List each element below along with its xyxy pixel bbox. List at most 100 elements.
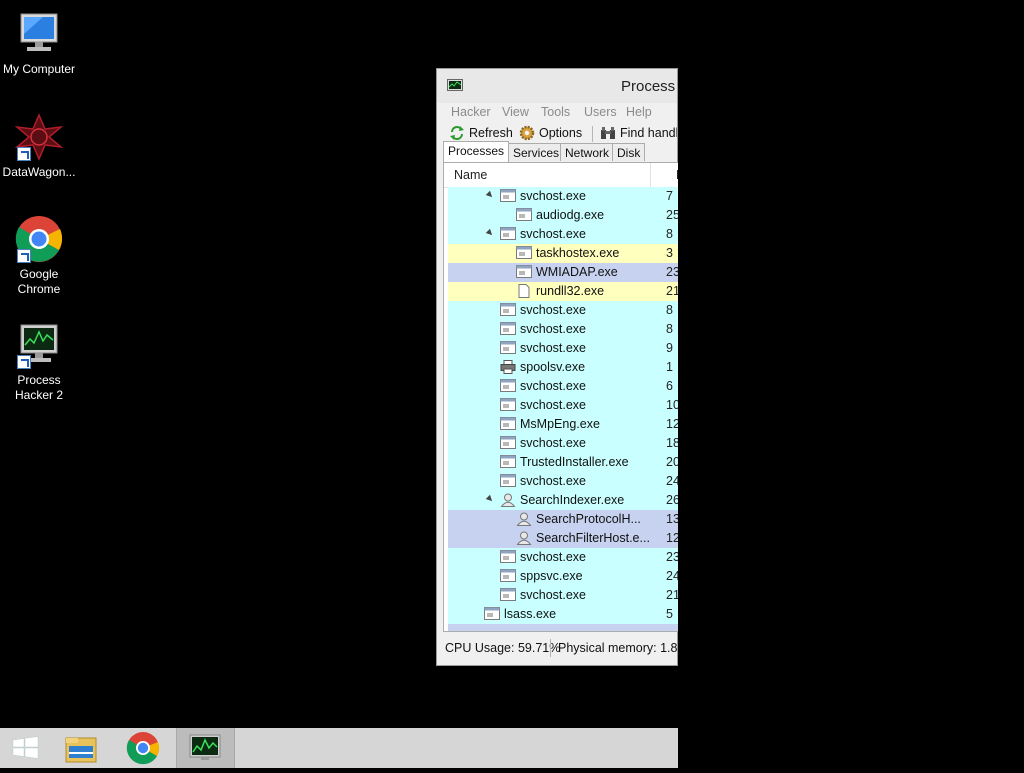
window-client-area: Processes Services Network Disk Name F s… bbox=[436, 68, 678, 666]
window-icon bbox=[500, 474, 516, 488]
desktop-icon-label-line1: Google bbox=[19, 267, 59, 281]
process-row[interactable]: svchost.exe 8 bbox=[448, 225, 678, 244]
process-pid: 23 bbox=[666, 550, 678, 564]
datawagon-icon bbox=[14, 113, 64, 161]
desktop-icon-label: DataWagon... bbox=[2, 165, 76, 179]
process-pid: 13 bbox=[666, 512, 678, 526]
desktop-icon-my-computer[interactable]: My Computer bbox=[0, 10, 78, 77]
process-row[interactable]: sppsvc.exe 24 bbox=[448, 567, 678, 586]
process-pid: 24 bbox=[666, 474, 678, 488]
window-icon bbox=[500, 303, 516, 317]
process-row[interactable]: WMIADAP.exe 23 bbox=[448, 263, 678, 282]
process-row[interactable]: svchost.exe 21 bbox=[448, 586, 678, 605]
process-name: svchost.exe bbox=[520, 588, 587, 602]
process-row[interactable]: svchost.exe 24 bbox=[448, 472, 678, 491]
window-icon bbox=[500, 550, 516, 564]
process-row[interactable]: SearchFilterHost.e... 12 bbox=[448, 529, 678, 548]
process-name: SearchProtocolH... bbox=[536, 512, 641, 526]
shortcut-arrow-icon bbox=[17, 355, 31, 369]
process-row[interactable]: svchost.exe 7 bbox=[448, 187, 678, 206]
google-chrome-taskbar-button[interactable] bbox=[115, 728, 171, 768]
process-pid: 20 bbox=[666, 455, 678, 469]
process-name: sppsvc.exe bbox=[520, 569, 583, 583]
process-row[interactable]: svchost.exe 9 bbox=[448, 339, 678, 358]
taskbar bbox=[0, 728, 678, 768]
column-pid-header[interactable]: F bbox=[676, 168, 678, 182]
process-name: TrustedInstaller.exe bbox=[520, 455, 629, 469]
process-row[interactable]: TrustedInstaller.exe 20 bbox=[448, 453, 678, 472]
process-pid: 8 bbox=[666, 227, 673, 241]
process-name: taskhostex.exe bbox=[536, 246, 620, 260]
process-list: svchost.exe 7 audiodg.exe 25 svchost.exe 8 tas… bbox=[448, 187, 678, 624]
process-name: lsass.exe bbox=[504, 607, 557, 621]
shortcut-arrow-icon bbox=[17, 147, 31, 161]
window-icon bbox=[500, 379, 516, 393]
process-pid: 8 bbox=[666, 303, 673, 317]
process-pid: 24 bbox=[666, 569, 678, 583]
desktop-icon-label: My Computer bbox=[2, 62, 76, 76]
status-bar: CPU Usage: 59.71% Physical memory: 1.82 bbox=[436, 636, 678, 664]
desktop-icon-label-line1: Process bbox=[17, 373, 61, 387]
tab-services[interactable]: Services bbox=[508, 143, 565, 161]
process-pid: 9 bbox=[666, 341, 673, 355]
process-row[interactable]: svchost.exe 23 bbox=[448, 548, 678, 567]
process-pid: 8 bbox=[666, 322, 673, 336]
process-pid: 18 bbox=[666, 436, 678, 450]
window-icon bbox=[500, 588, 516, 602]
process-pid: 3 bbox=[666, 246, 673, 260]
process-pid: 23 bbox=[666, 265, 678, 279]
process-pid: 6 bbox=[666, 379, 673, 393]
process-name: svchost.exe bbox=[520, 550, 587, 564]
process-row[interactable]: spoolsv.exe 1 bbox=[448, 358, 678, 377]
desktop-icon-datawagon[interactable]: DataWagon... bbox=[0, 113, 78, 180]
column-name-header[interactable]: Name bbox=[454, 168, 487, 182]
process-pid: 7 bbox=[666, 189, 673, 203]
process-name: MsMpEng.exe bbox=[520, 417, 600, 431]
desktop-icon-google-chrome[interactable]: Google Chrome bbox=[0, 215, 78, 297]
process-row[interactable]: audiodg.exe 25 bbox=[448, 206, 678, 225]
expand-arrow-icon[interactable] bbox=[485, 228, 495, 238]
column-header: Name F bbox=[444, 163, 678, 188]
process-row[interactable]: svchost.exe 6 bbox=[448, 377, 678, 396]
process-hacker-taskbar-button[interactable] bbox=[176, 728, 235, 768]
process-row[interactable]: svchost.exe 18 bbox=[448, 434, 678, 453]
window-icon bbox=[500, 398, 516, 412]
process-row[interactable]: taskhostex.exe 3 bbox=[448, 244, 678, 263]
process-row[interactable]: lsass.exe 5 bbox=[448, 605, 678, 624]
process-row[interactable]: svchost.exe 10 bbox=[448, 396, 678, 415]
process-hacker-icon bbox=[15, 321, 63, 369]
process-row[interactable]: svchost.exe 8 bbox=[448, 320, 678, 339]
process-tree-panel[interactable]: Name F svchost.exe7audiodg.exe25svchost.… bbox=[443, 162, 678, 632]
column-separator[interactable] bbox=[650, 163, 651, 187]
window-icon bbox=[516, 265, 532, 279]
expand-arrow-icon[interactable] bbox=[485, 494, 495, 504]
process-pid: 10 bbox=[666, 398, 678, 412]
process-pid: 21 bbox=[666, 588, 678, 602]
window-icon bbox=[500, 227, 516, 241]
start-button[interactable] bbox=[0, 728, 56, 768]
folder-icon bbox=[65, 737, 97, 763]
desktop-icon-process-hacker[interactable]: Process Hacker 2 bbox=[0, 321, 78, 403]
user-icon bbox=[500, 493, 516, 507]
process-name: svchost.exe bbox=[520, 341, 587, 355]
cpu-usage: CPU Usage: 59.71% bbox=[445, 641, 561, 655]
tab-processes[interactable]: Processes bbox=[443, 141, 510, 162]
file-explorer-button[interactable] bbox=[54, 728, 110, 768]
process-name: svchost.exe bbox=[520, 398, 587, 412]
tab-disk[interactable]: Disk bbox=[612, 143, 646, 161]
user-icon bbox=[516, 512, 532, 526]
expand-arrow-icon[interactable] bbox=[485, 190, 495, 200]
printer-icon bbox=[500, 360, 516, 374]
window-icon bbox=[500, 455, 516, 469]
process-row[interactable]: SearchProtocolH... 13 bbox=[448, 510, 678, 529]
partial-row bbox=[448, 624, 678, 631]
process-row[interactable]: SearchIndexer.exe 26 bbox=[448, 491, 678, 510]
process-name: svchost.exe bbox=[520, 303, 587, 317]
process-name: SearchFilterHost.e... bbox=[536, 531, 650, 545]
window-icon bbox=[484, 607, 500, 621]
process-row[interactable]: rundll32.exe 21 bbox=[448, 282, 678, 301]
tab-network[interactable]: Network bbox=[560, 143, 615, 161]
process-name: rundll32.exe bbox=[536, 284, 605, 298]
process-row[interactable]: MsMpEng.exe 12 bbox=[448, 415, 678, 434]
process-row[interactable]: svchost.exe 8 bbox=[448, 301, 678, 320]
